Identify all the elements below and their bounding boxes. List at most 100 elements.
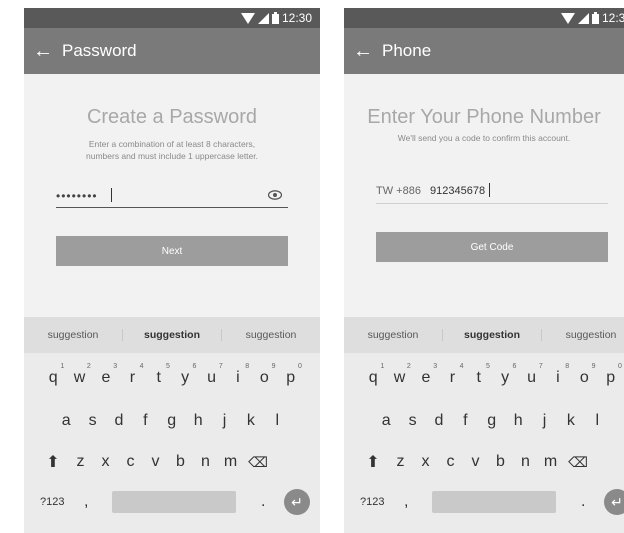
- key-f[interactable]: f: [132, 412, 158, 430]
- key-o[interactable]: o9: [571, 363, 597, 387]
- key-p[interactable]: p0: [598, 363, 624, 387]
- key-number-hint: 8: [245, 363, 250, 370]
- key-o[interactable]: o9: [251, 363, 277, 387]
- key-w[interactable]: w2: [386, 363, 412, 387]
- key-number-hint: 0: [298, 363, 302, 370]
- key-b[interactable]: b: [488, 453, 513, 471]
- keyboard-row-3: ⬆ zxcvbnm ⌫: [358, 445, 593, 479]
- key-g[interactable]: g: [479, 412, 505, 430]
- key-k[interactable]: k: [238, 412, 264, 430]
- key-v[interactable]: v: [143, 453, 168, 471]
- back-arrow-icon[interactable]: ←: [344, 28, 382, 74]
- suggestion-center[interactable]: suggestion: [442, 329, 542, 341]
- key-d[interactable]: d: [106, 412, 132, 430]
- key-d[interactable]: d: [426, 412, 452, 430]
- key-i[interactable]: i8: [225, 363, 251, 387]
- key-e[interactable]: e3: [413, 363, 439, 387]
- key-e[interactable]: e3: [93, 363, 119, 387]
- key-label: y: [501, 369, 510, 386]
- keyboard-row-4: ?123 , . ↵: [24, 485, 320, 519]
- period-key[interactable]: .: [581, 493, 585, 511]
- suggestion-right[interactable]: suggestion: [222, 329, 320, 341]
- key-label: o: [259, 369, 269, 386]
- symbols-key[interactable]: ?123: [40, 496, 64, 508]
- key-w[interactable]: w2: [66, 363, 92, 387]
- comma-key[interactable]: ,: [404, 493, 408, 511]
- back-arrow-icon[interactable]: ←: [24, 28, 62, 74]
- key-t[interactable]: t5: [466, 363, 492, 387]
- shift-icon[interactable]: ⬆: [38, 452, 68, 472]
- keyboard-row-4: ?123 , . ↵: [344, 485, 624, 519]
- period-key[interactable]: .: [261, 493, 265, 511]
- symbols-key[interactable]: ?123: [360, 496, 384, 508]
- key-x[interactable]: x: [93, 453, 118, 471]
- key-m[interactable]: m: [218, 453, 243, 471]
- key-g[interactable]: g: [159, 412, 185, 430]
- key-p[interactable]: p0: [278, 363, 304, 387]
- next-button[interactable]: Next: [56, 236, 288, 266]
- key-v[interactable]: v: [463, 453, 488, 471]
- key-t[interactable]: t5: [146, 363, 172, 387]
- status-bar: 12:30: [344, 8, 624, 28]
- suggestion-right[interactable]: suggestion: [542, 329, 624, 341]
- key-r[interactable]: r4: [439, 363, 465, 387]
- key-j[interactable]: j: [531, 412, 557, 430]
- get-code-button[interactable]: Get Code: [376, 232, 608, 262]
- key-u[interactable]: u7: [198, 363, 224, 387]
- key-a[interactable]: a: [373, 412, 399, 430]
- key-a[interactable]: a: [53, 412, 79, 430]
- backspace-icon[interactable]: ⌫: [563, 454, 593, 471]
- password-field[interactable]: ••••••••: [56, 184, 288, 208]
- key-c[interactable]: c: [118, 453, 143, 471]
- clock: 12:30: [601, 11, 624, 25]
- description: We'll send you a code to confirm this ac…: [397, 133, 571, 143]
- enter-icon[interactable]: ↵: [284, 489, 310, 515]
- key-j[interactable]: j: [211, 412, 237, 430]
- suggestion-center[interactable]: suggestion: [122, 329, 222, 341]
- key-n[interactable]: n: [513, 453, 538, 471]
- key-k[interactable]: k: [558, 412, 584, 430]
- suggestion-left[interactable]: suggestion: [24, 329, 122, 341]
- phone-field[interactable]: TW +886 912345678: [376, 180, 608, 204]
- key-y[interactable]: y6: [492, 363, 518, 387]
- key-l[interactable]: l: [584, 412, 610, 430]
- enter-icon[interactable]: ↵: [604, 489, 624, 515]
- key-z[interactable]: z: [68, 453, 93, 471]
- space-bar[interactable]: [112, 491, 236, 513]
- key-z[interactable]: z: [388, 453, 413, 471]
- heading: Create a Password: [86, 106, 258, 128]
- key-r[interactable]: r4: [119, 363, 145, 387]
- key-q[interactable]: q1: [360, 363, 386, 387]
- keyboard-row-1: q1w2e3r4t5y6u7i8o9p0: [40, 361, 304, 395]
- key-l[interactable]: l: [264, 412, 290, 430]
- key-s[interactable]: s: [79, 412, 105, 430]
- key-i[interactable]: i8: [545, 363, 571, 387]
- key-q[interactable]: q1: [40, 363, 66, 387]
- app-bar: ← Password: [24, 28, 320, 74]
- signal-icon: [577, 12, 589, 24]
- key-b[interactable]: b: [168, 453, 193, 471]
- key-label: u: [527, 369, 536, 386]
- country-code[interactable]: TW +886: [376, 185, 421, 197]
- key-n[interactable]: n: [193, 453, 218, 471]
- shift-icon[interactable]: ⬆: [358, 452, 388, 472]
- show-password-eye-icon[interactable]: [268, 190, 282, 200]
- key-h[interactable]: h: [185, 412, 211, 430]
- key-label: i: [236, 369, 240, 386]
- space-bar[interactable]: [432, 491, 556, 513]
- comma-key[interactable]: ,: [84, 493, 88, 511]
- key-m[interactable]: m: [538, 453, 563, 471]
- phone-form: Enter Your Phone Number We'll send you a…: [344, 74, 624, 317]
- key-number-hint: 4: [459, 363, 464, 370]
- key-s[interactable]: s: [399, 412, 425, 430]
- suggestion-left[interactable]: suggestion: [344, 329, 442, 341]
- key-f[interactable]: f: [452, 412, 478, 430]
- key-x[interactable]: x: [413, 453, 438, 471]
- key-u[interactable]: u7: [518, 363, 544, 387]
- key-label: p: [286, 369, 296, 386]
- key-h[interactable]: h: [505, 412, 531, 430]
- soft-keyboard: q1w2e3r4t5y6u7i8o9p0 asdfghjkl ⬆ zxcvbnm…: [344, 353, 624, 533]
- key-y[interactable]: y6: [172, 363, 198, 387]
- key-c[interactable]: c: [438, 453, 463, 471]
- backspace-icon[interactable]: ⌫: [243, 454, 273, 471]
